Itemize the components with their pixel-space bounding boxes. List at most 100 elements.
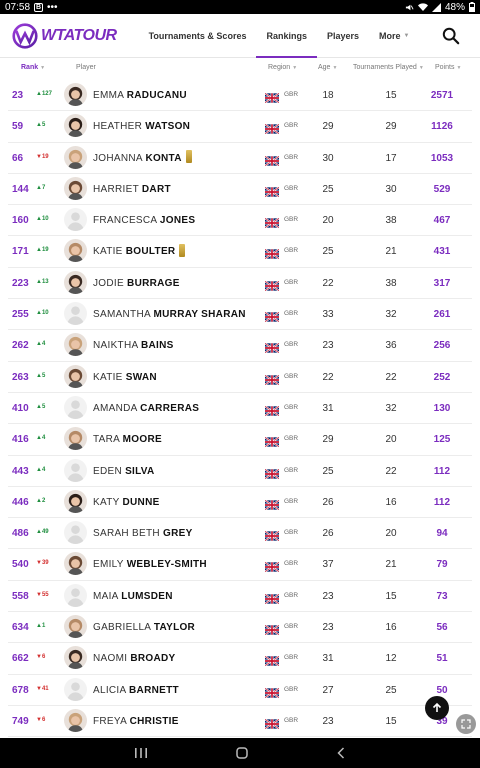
player-avatar[interactable] xyxy=(64,708,87,732)
player-avatar[interactable] xyxy=(64,458,87,482)
player-avatar[interactable] xyxy=(64,114,87,138)
player-avatar[interactable] xyxy=(64,270,87,294)
screen-assist-button[interactable] xyxy=(456,714,476,734)
player-avatar[interactable] xyxy=(64,395,87,419)
table-row[interactable]: 23 ▲127 EMMA RADUCANU GBR 18 15 2571 xyxy=(8,80,472,112)
table-row[interactable]: 144 ▲7 HARRIET DART GBR 25 30 529 xyxy=(8,174,472,206)
gbr-flag-icon xyxy=(264,434,280,448)
sort-tournaments-played[interactable]: Tournaments Played ▼ xyxy=(353,64,424,71)
player-avatar[interactable] xyxy=(64,333,87,357)
sort-rank[interactable]: Rank ▼ xyxy=(21,64,45,71)
player-avatar[interactable] xyxy=(64,521,87,545)
table-row[interactable]: 540 ▼39 EMILY WEBLEY-SMITH GBR 37 21 79 xyxy=(8,549,472,581)
player-name[interactable]: FRANCESCA JONES xyxy=(93,215,195,226)
sort-age[interactable]: Age ▼ xyxy=(318,64,337,71)
player-age: 33 xyxy=(322,309,334,321)
player-name[interactable]: EMMA RADUCANU xyxy=(93,90,187,101)
table-row[interactable]: 223 ▲13 JODIE BURRAGE GBR 22 38 317 xyxy=(8,268,472,300)
player-first-name: KATIE xyxy=(93,371,123,383)
nav-tournaments-scores[interactable]: Tournaments & Scores xyxy=(139,14,257,58)
player-name[interactable]: ALICIA BARNETT xyxy=(93,685,179,696)
player-avatar[interactable] xyxy=(64,583,87,607)
player-avatar[interactable] xyxy=(64,145,87,169)
player-name[interactable]: HEATHER WATSON xyxy=(93,121,190,132)
player-avatar[interactable] xyxy=(64,364,87,388)
player-name[interactable]: FREYA CHRISTIE xyxy=(93,716,179,727)
table-row[interactable]: 263 ▲5 KATIE SWAN GBR 22 22 252 xyxy=(8,362,472,393)
player-age: 27 xyxy=(322,684,334,696)
table-row[interactable]: 262 ▲4 NAIKTHA BAINS GBR 23 36 256 xyxy=(8,330,472,362)
player-avatar[interactable] xyxy=(64,83,87,106)
table-row[interactable]: 416 ▲4 TARA MOORE GBR 29 20 125 xyxy=(8,424,472,456)
table-row[interactable]: 443 ▲4 EDEN SILVA GBR 25 22 112 xyxy=(8,456,472,487)
player-avatar[interactable] xyxy=(64,489,87,513)
table-row[interactable]: 749 ▼6 FREYA CHRISTIE GBR 23 15 39 xyxy=(8,706,472,738)
player-name[interactable]: NAOMI BROADY xyxy=(93,653,176,664)
table-row[interactable]: 66 ▼19 JOHANNA KONTA GBR 30 17 1053 xyxy=(8,143,472,174)
back-icon[interactable] xyxy=(336,746,346,760)
player-name[interactable]: KATY DUNNE xyxy=(93,497,160,508)
player-avatar[interactable] xyxy=(64,646,87,670)
player-name[interactable]: JODIE BURRAGE xyxy=(93,278,180,289)
search-icon[interactable] xyxy=(442,27,460,45)
table-row[interactable]: 662 ▼6 NAOMI BROADY GBR 31 12 51 xyxy=(8,643,472,675)
table-row[interactable]: 678 ▼41 ALICIA BARNETT GBR 27 25 50 xyxy=(8,675,472,706)
scroll-to-top-button[interactable] xyxy=(425,696,449,720)
player-name[interactable]: EDEN SILVA xyxy=(93,466,155,477)
ranking-points: 79 xyxy=(436,559,448,571)
table-row[interactable]: 160 ▲10 FRANCESCA JONES GBR 20 38 467 xyxy=(8,205,472,237)
home-icon[interactable] xyxy=(235,746,249,760)
player-name[interactable]: MAIA LUMSDEN xyxy=(93,591,173,602)
player-name[interactable]: JOHANNA KONTA xyxy=(93,149,192,164)
player-name[interactable]: HARRIET DART xyxy=(93,184,171,195)
table-row[interactable]: 558 ▼55 MAIA LUMSDEN GBR 23 15 73 xyxy=(8,581,472,613)
player-last-name: GREY xyxy=(163,528,193,540)
ranking-points: 56 xyxy=(436,622,448,634)
player-name[interactable]: GABRIELLA TAYLOR xyxy=(93,622,195,633)
player-avatar[interactable] xyxy=(64,552,87,576)
sort-region[interactable]: Region ▼ xyxy=(268,64,297,71)
player-avatar[interactable] xyxy=(64,208,87,232)
col-player: Player xyxy=(76,64,96,71)
sort-points[interactable]: Points ▼ xyxy=(435,64,461,71)
player-first-name: NAIKTHA xyxy=(93,340,138,352)
country-code: GBR xyxy=(284,247,299,255)
player-name[interactable]: AMANDA CARRERAS xyxy=(93,403,199,414)
ranking-points: 252 xyxy=(433,371,451,383)
player-last-name: WATSON xyxy=(145,121,191,133)
player-name[interactable]: EMILY WEBLEY-SMITH xyxy=(93,559,207,570)
tournaments-played: 29 xyxy=(385,121,397,133)
player-name[interactable]: TARA MOORE xyxy=(93,434,162,445)
site-header: WTATOUR Tournaments & Scores Rankings Pl… xyxy=(0,14,480,58)
player-name[interactable]: NAIKTHA BAINS xyxy=(93,340,174,351)
recent-apps-icon[interactable] xyxy=(134,747,148,759)
player-name[interactable]: SAMANTHA MURRAY SHARAN xyxy=(93,309,246,320)
tournaments-played: 15 xyxy=(385,590,397,602)
player-last-name: DART xyxy=(141,183,171,195)
player-name[interactable]: KATIE SWAN xyxy=(93,372,157,383)
rank-movement-value: 55 xyxy=(41,591,49,598)
player-avatar[interactable] xyxy=(64,176,87,200)
player-avatar[interactable] xyxy=(64,615,87,639)
table-row[interactable]: 59 ▲5 HEATHER WATSON GBR 29 29 1126 xyxy=(8,111,472,143)
player-avatar[interactable] xyxy=(64,302,87,326)
table-row[interactable]: 171 ▲19 KATIE BOULTER GBR 25 21 431 xyxy=(8,236,472,268)
player-name[interactable]: KATIE BOULTER xyxy=(93,243,186,257)
player-avatar[interactable] xyxy=(64,427,87,451)
player-avatar[interactable] xyxy=(64,239,87,263)
nav-more[interactable]: More ▼ xyxy=(369,14,419,58)
table-row[interactable]: 486 ▲49 SARAH BETH GREY GBR 26 20 94 xyxy=(8,518,472,550)
table-row[interactable]: 255 ▲10 SAMANTHA MURRAY SHARAN GBR 33 32 261 xyxy=(8,299,472,331)
table-row[interactable]: 410 ▲5 AMANDA CARRERAS GBR 31 32 130 xyxy=(8,393,472,425)
player-name[interactable]: SARAH BETH GREY xyxy=(93,528,193,539)
wta-logo[interactable]: WTATOUR xyxy=(12,22,117,49)
player-age: 29 xyxy=(322,121,334,133)
gbr-flag-icon xyxy=(264,153,280,167)
nav-players[interactable]: Players xyxy=(317,14,369,58)
table-row[interactable]: 634 ▲1 GABRIELLA TAYLOR GBR 23 16 56 xyxy=(8,612,472,644)
player-avatar[interactable] xyxy=(64,677,87,701)
nav-rankings[interactable]: Rankings xyxy=(256,14,317,58)
rank-movement-value: 4 xyxy=(41,341,46,348)
table-row[interactable]: 446 ▲2 KATY DUNNE GBR 26 16 112 xyxy=(8,487,472,519)
gbr-flag-icon xyxy=(264,466,280,480)
